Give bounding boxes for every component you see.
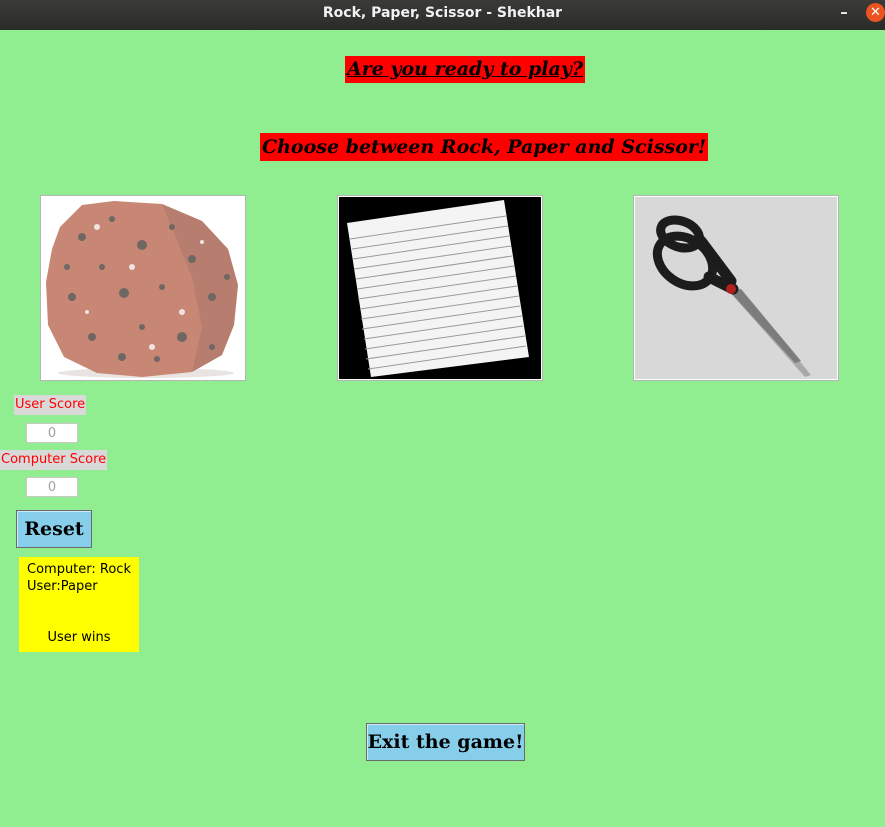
- exit-button[interactable]: Exit the game!: [366, 723, 525, 761]
- scissor-image: [635, 197, 837, 379]
- game-window: Rock, Paper, Scissor - Shekhar – ✕ Are y…: [0, 0, 885, 827]
- close-button[interactable]: ✕: [866, 3, 885, 22]
- scissor-button[interactable]: [634, 196, 838, 380]
- paper-image: [339, 197, 541, 379]
- user-score-label: User Score: [14, 395, 87, 415]
- choose-banner: Choose between Rock, Paper and Scissor!: [260, 133, 709, 161]
- result-box: Computer: Rock User:Paper User wins: [19, 557, 139, 652]
- computer-choice-text: Computer: Rock: [27, 562, 131, 577]
- ready-banner: Are you ready to play?: [345, 56, 585, 83]
- paper-button[interactable]: [338, 196, 542, 380]
- computer-score-label: Computer Score: [0, 450, 108, 470]
- computer-score-field[interactable]: [26, 477, 78, 497]
- reset-button[interactable]: Reset: [16, 510, 92, 548]
- window-title: Rock, Paper, Scissor - Shekhar: [322, 5, 563, 21]
- minimize-button[interactable]: –: [836, 3, 852, 23]
- user-choice-text: User:Paper: [27, 579, 98, 594]
- title-bar: Rock, Paper, Scissor - Shekhar – ✕: [0, 0, 885, 30]
- user-score-field[interactable]: [26, 423, 78, 443]
- rock-image: [42, 197, 244, 379]
- rock-button[interactable]: [41, 196, 245, 380]
- outcome-text: User wins: [47, 630, 111, 645]
